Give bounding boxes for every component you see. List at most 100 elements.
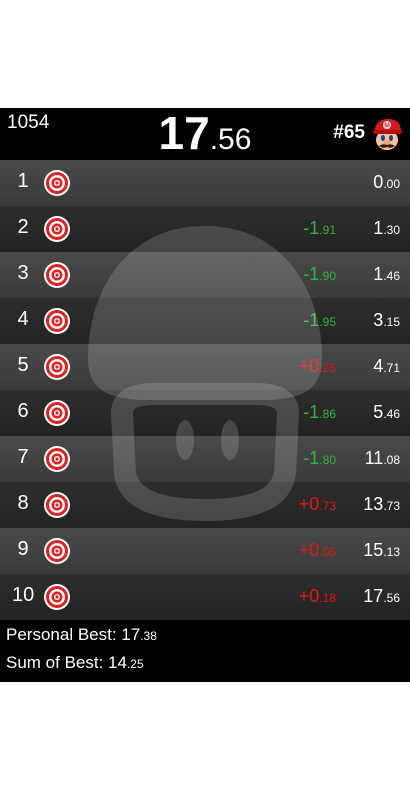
split-row: 9 +0.05 15.13 xyxy=(0,528,410,574)
split-delta-fraction: .05 xyxy=(319,545,336,559)
split-row: 6 -1.86 5.46 xyxy=(0,390,410,436)
split-time: 4.71 xyxy=(373,356,400,377)
target-icon xyxy=(43,445,71,473)
target-icon xyxy=(43,537,71,565)
run-number: #65 xyxy=(333,122,365,143)
split-row: 4 -1.95 3.15 xyxy=(0,298,410,344)
split-row: 2 -1.91 1.30 xyxy=(0,206,410,252)
personal-best-label: Personal Best: xyxy=(6,625,122,644)
timer-header: 1054 17.56 #65 M xyxy=(0,108,410,160)
split-delta-fraction: .86 xyxy=(319,407,336,421)
mario-icon: M xyxy=(373,119,402,150)
split-time-fraction: .08 xyxy=(383,453,400,467)
split-row: 7 -1.80 11.08 xyxy=(0,436,410,482)
split-row: 3 -1.90 1.46 xyxy=(0,252,410,298)
sum-of-best: Sum of Best: 14.25 xyxy=(6,653,144,673)
split-name: 5 xyxy=(17,354,29,376)
split-time-seconds: 17 xyxy=(363,586,384,606)
split-time: 1.46 xyxy=(373,264,400,285)
split-time: 13.73 xyxy=(363,494,400,515)
split-time: 17.56 xyxy=(363,586,400,607)
sum-of-best-seconds: 14 xyxy=(108,653,127,672)
split-row: 5 +0.25 4.71 xyxy=(0,344,410,390)
speedrun-timer-panel: 1054 17.56 #65 M 1 0.00 2 -1.91 1.30 3 -1.90 1.… xyxy=(0,108,410,682)
split-time: 3.15 xyxy=(373,310,400,331)
split-name: 6 xyxy=(17,400,29,422)
split-name: 9 xyxy=(17,538,29,560)
split-time-seconds: 4 xyxy=(373,356,384,376)
timer-footer: Personal Best: 17.38 Sum of Best: 14.25 xyxy=(0,620,410,682)
main-timer-fraction: .56 xyxy=(209,123,252,156)
split-row: 8 +0.73 13.73 xyxy=(0,482,410,528)
split-delta: -1.86 xyxy=(303,402,336,423)
target-icon xyxy=(43,353,71,381)
split-delta: +0.05 xyxy=(299,540,336,561)
split-time-fraction: .15 xyxy=(383,315,400,329)
split-time-fraction: .46 xyxy=(383,269,400,283)
split-time: 1.30 xyxy=(373,218,400,239)
svg-text:M: M xyxy=(384,123,390,130)
split-row: 1 0.00 xyxy=(0,160,410,206)
split-time: 15.13 xyxy=(363,540,400,561)
split-delta-seconds: +0 xyxy=(298,586,320,606)
split-time-fraction: .73 xyxy=(383,499,400,513)
splits-list: 1 0.00 2 -1.91 1.30 3 -1.90 1.46 4 -1.95 3.15 5 +0.2… xyxy=(0,160,410,620)
split-name: 10 xyxy=(12,584,35,606)
split-time-seconds: 11 xyxy=(364,448,384,468)
split-delta-fraction: .18 xyxy=(319,591,336,605)
split-delta: -1.90 xyxy=(303,264,336,285)
personal-best: Personal Best: 17.38 xyxy=(6,625,157,645)
split-time-fraction: .46 xyxy=(383,407,400,421)
split-delta-fraction: .73 xyxy=(319,499,336,513)
split-delta-seconds: -1 xyxy=(303,310,320,330)
split-name: 8 xyxy=(17,492,29,514)
split-delta-seconds: +0 xyxy=(298,356,320,376)
split-name: 1 xyxy=(17,170,29,192)
split-delta-seconds: -1 xyxy=(303,448,320,468)
target-icon xyxy=(43,399,71,427)
split-delta-seconds: -1 xyxy=(303,402,320,422)
sum-of-best-fraction: .25 xyxy=(126,657,144,671)
sum-of-best-label: Sum of Best: xyxy=(6,653,109,672)
target-icon xyxy=(43,215,71,243)
split-delta-fraction: .80 xyxy=(319,453,336,467)
target-icon xyxy=(43,307,71,335)
split-time-seconds: 15 xyxy=(363,540,384,560)
split-time-fraction: .30 xyxy=(383,223,400,237)
split-name: 2 xyxy=(17,216,29,238)
split-delta-seconds: -1 xyxy=(303,264,320,284)
split-delta-fraction: .91 xyxy=(319,223,336,237)
split-time-seconds: 3 xyxy=(373,310,384,330)
split-time-fraction: .71 xyxy=(383,361,400,375)
split-name: 3 xyxy=(17,262,29,284)
split-time-fraction: .00 xyxy=(383,177,400,191)
split-time-fraction: .56 xyxy=(383,591,400,605)
split-time: 11.08 xyxy=(365,448,400,469)
split-time-seconds: 0 xyxy=(373,172,384,192)
split-time: 5.46 xyxy=(373,402,400,423)
split-time: 0.00 xyxy=(373,172,400,193)
split-time-seconds: 5 xyxy=(373,402,384,422)
split-delta: -1.91 xyxy=(303,218,336,239)
split-row: 10 +0.18 17.56 xyxy=(0,574,410,620)
split-delta-seconds: +0 xyxy=(298,494,320,514)
split-time-seconds: 1 xyxy=(373,218,384,238)
target-icon xyxy=(43,261,71,289)
personal-best-seconds: 17 xyxy=(121,625,141,644)
split-delta: -1.95 xyxy=(303,310,336,331)
split-delta: -1.80 xyxy=(303,448,336,469)
split-delta-fraction: .95 xyxy=(319,315,336,329)
split-time-seconds: 1 xyxy=(373,264,384,284)
target-icon xyxy=(43,583,71,611)
split-time-seconds: 13 xyxy=(363,494,384,514)
personal-best-fraction: .38 xyxy=(140,629,157,643)
main-timer-seconds: 17 xyxy=(158,108,210,159)
split-delta-fraction: .90 xyxy=(319,269,336,283)
target-icon xyxy=(43,491,71,519)
target-icon xyxy=(43,169,71,197)
split-delta-fraction: .25 xyxy=(319,361,336,375)
split-delta-seconds: -1 xyxy=(303,218,320,238)
split-name: 4 xyxy=(17,308,29,330)
split-name: 7 xyxy=(17,446,29,468)
split-time-fraction: .13 xyxy=(383,545,400,559)
